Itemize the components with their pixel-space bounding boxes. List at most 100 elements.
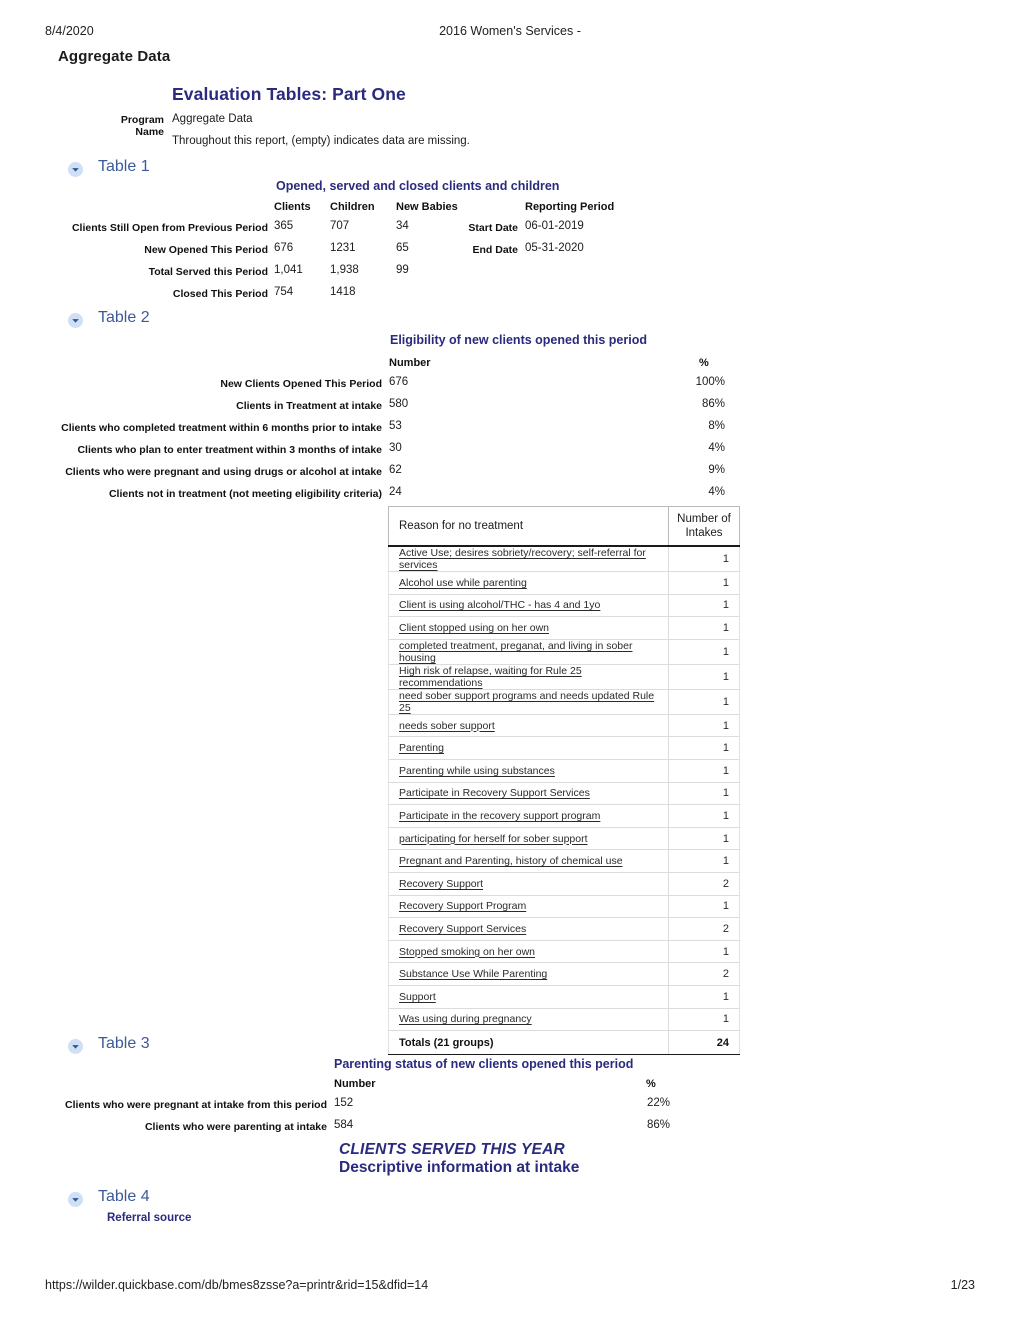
- table-totals-row: Totals (21 groups) 24: [388, 1030, 740, 1056]
- reason-link[interactable]: Parenting: [399, 742, 444, 754]
- reason-cell[interactable]: need sober support programs and needs up…: [388, 689, 669, 715]
- reason-cell[interactable]: Recovery Support Program: [388, 895, 669, 919]
- reason-cell[interactable]: Alcohol use while parenting: [388, 571, 669, 595]
- intakes-cell: 1: [668, 639, 740, 665]
- print-title: 2016 Women's Services -: [439, 24, 581, 38]
- reason-cell[interactable]: Support: [388, 985, 669, 1009]
- print-header: 8/4/2020 2016 Women's Services -: [0, 24, 1020, 40]
- intakes-cell: 1: [668, 849, 740, 873]
- reason-cell[interactable]: completed treatment, preganat, and livin…: [388, 639, 669, 665]
- table-row: Participate in the recovery support prog…: [388, 804, 740, 828]
- reason-link[interactable]: Stopped smoking on her own: [399, 946, 535, 958]
- reason-cell[interactable]: Recovery Support: [388, 872, 669, 896]
- reason-link[interactable]: Was using during pregnancy: [399, 1013, 532, 1025]
- reason-cell[interactable]: participating for herself for sober supp…: [388, 827, 669, 851]
- table-1-end-date-label: End Date: [472, 244, 518, 256]
- reason-cell[interactable]: Parenting: [388, 736, 669, 760]
- intakes-cell: 1: [668, 782, 740, 806]
- reason-cell[interactable]: Client stopped using on her own: [388, 616, 669, 640]
- table-2-r4-number: 30: [389, 442, 402, 454]
- table-row: Parenting 1: [388, 736, 740, 760]
- print-footer: https://wilder.quickbase.com/db/bmes8zss…: [0, 1278, 1020, 1294]
- intakes-cell: 1: [668, 985, 740, 1009]
- reason-cell[interactable]: Stopped smoking on her own: [388, 940, 669, 964]
- table-1-r3-clients: 1,041: [274, 264, 303, 276]
- reason-link[interactable]: Parenting while using substances: [399, 765, 555, 777]
- reason-link[interactable]: Participate in Recovery Support Services: [399, 787, 590, 799]
- table-2-r5-pct: 9%: [708, 464, 725, 476]
- table-2-caption: Eligibility of new clients opened this p…: [390, 333, 647, 347]
- chevron-down-icon[interactable]: [68, 1039, 83, 1054]
- intakes-cell: 1: [668, 736, 740, 760]
- table-row: needs sober support 1: [388, 714, 740, 738]
- table-3-row-label-2: Clients who were parenting at intake: [144, 1121, 327, 1133]
- table-row: Recovery Support 2: [388, 872, 740, 896]
- reason-table-head: Reason for no treatment Number of Intake…: [388, 506, 740, 547]
- reason-cell[interactable]: Participate in the recovery support prog…: [388, 804, 669, 828]
- reason-cell[interactable]: Recovery Support Services: [388, 917, 669, 941]
- reason-link[interactable]: Support: [399, 991, 436, 1003]
- table-2-row-label-1: New Clients Opened This Period: [220, 378, 382, 390]
- table-1-r1-clients: 365: [274, 220, 294, 232]
- chevron-down-icon[interactable]: [68, 1192, 83, 1207]
- table-1-r1-babies: 34: [396, 220, 409, 232]
- table-1-r3-babies: 99: [396, 264, 409, 276]
- reason-link[interactable]: Recovery Support Program: [399, 900, 526, 912]
- reason-cell[interactable]: needs sober support: [388, 714, 669, 738]
- reason-cell[interactable]: Parenting while using substances: [388, 759, 669, 783]
- table-row: Substance Use While Parenting 2: [388, 962, 740, 986]
- intakes-cell: 2: [668, 917, 740, 941]
- table-1-row-label-1: Clients Still Open from Previous Period: [71, 222, 268, 234]
- table-2-r4-pct: 4%: [708, 442, 725, 454]
- table-row: completed treatment, preganat, and livin…: [388, 639, 740, 665]
- app-title: Aggregate Data: [58, 48, 171, 65]
- reason-link[interactable]: Recovery Support Services: [399, 923, 526, 935]
- reason-link[interactable]: completed treatment, preganat, and livin…: [399, 640, 632, 664]
- table-2-row-label-3: Clients who completed treatment within 6…: [61, 422, 382, 434]
- section-label-table-4: Table 4: [98, 1188, 150, 1205]
- reason-cell[interactable]: Pregnant and Parenting, history of chemi…: [388, 849, 669, 873]
- table-2-r1-pct: 100%: [695, 376, 725, 388]
- reason-cell[interactable]: Was using during pregnancy: [388, 1008, 669, 1032]
- totals-value-cell: 24: [668, 1030, 740, 1056]
- section-label-table-1: Table 1: [98, 158, 150, 175]
- intakes-column-header: Number of Intakes: [668, 506, 740, 547]
- reason-cell[interactable]: Client is using alcohol/THC - has 4 and …: [388, 594, 669, 618]
- reason-cell[interactable]: High risk of relapse, waiting for Rule 2…: [388, 664, 669, 690]
- reason-link[interactable]: Recovery Support: [399, 878, 483, 890]
- chevron-down-icon[interactable]: [68, 162, 83, 177]
- reason-link[interactable]: need sober support programs and needs up…: [399, 690, 654, 714]
- reason-for-no-treatment-table: Reason for no treatment Number of Intake…: [388, 506, 740, 1056]
- page-number: 1/23: [950, 1278, 975, 1292]
- reason-link[interactable]: Client is using alcohol/THC - has 4 and …: [399, 599, 600, 611]
- reason-cell[interactable]: Active Use; desires sobriety/recovery; s…: [388, 546, 669, 572]
- table-1-r4-clients: 754: [274, 286, 294, 298]
- reason-link[interactable]: High risk of relapse, waiting for Rule 2…: [399, 665, 582, 689]
- intakes-header-line1: Number of: [677, 512, 731, 525]
- table-3-caption: Parenting status of new clients opened t…: [334, 1057, 634, 1071]
- table-row: Was using during pregnancy 1: [388, 1008, 740, 1032]
- table-1-col-new-babies: New Babies: [396, 201, 458, 213]
- table-1-r2-clients: 676: [274, 242, 294, 254]
- table-3-r2-number: 584: [334, 1119, 354, 1131]
- intakes-cell: 1: [668, 714, 740, 738]
- reason-link[interactable]: needs sober support: [399, 720, 495, 732]
- reason-link[interactable]: Client stopped using on her own: [399, 622, 549, 634]
- reason-link[interactable]: Alcohol use while parenting: [399, 577, 527, 589]
- reason-cell[interactable]: Participate in Recovery Support Services: [388, 782, 669, 806]
- table-1-start-date-value: 06-01-2019: [525, 220, 584, 232]
- intakes-cell: 1: [668, 664, 740, 690]
- reason-link[interactable]: Active Use; desires sobriety/recovery; s…: [399, 547, 646, 571]
- reason-link[interactable]: participating for herself for sober supp…: [399, 833, 588, 845]
- reason-link[interactable]: Pregnant and Parenting, history of chemi…: [399, 855, 623, 867]
- reason-link[interactable]: Participate in the recovery support prog…: [399, 810, 600, 822]
- table-row: Recovery Support Services 2: [388, 917, 740, 941]
- reason-link[interactable]: Substance Use While Parenting: [399, 968, 547, 980]
- table-row: High risk of relapse, waiting for Rule 2…: [388, 664, 740, 690]
- intakes-cell: 1: [668, 1008, 740, 1032]
- reason-cell[interactable]: Substance Use While Parenting: [388, 962, 669, 986]
- table-3-row-label-1: Clients who were pregnant at intake from…: [65, 1099, 327, 1111]
- chevron-down-icon[interactable]: [68, 313, 83, 328]
- table-1-r2-babies: 65: [396, 242, 409, 254]
- table-1-start-date-label: Start Date: [468, 222, 518, 234]
